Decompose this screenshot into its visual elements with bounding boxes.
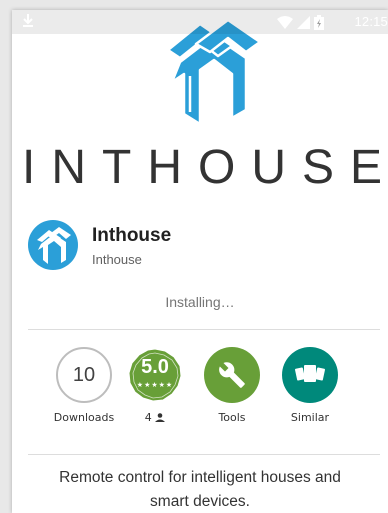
app-details-screen: 12:15 INTHOUSE Inthouse Inthouse Install… bbox=[12, 10, 388, 513]
search-icon[interactable] bbox=[326, 50, 350, 74]
rating-stars: ★★★★★ bbox=[136, 382, 174, 389]
rating-stat[interactable]: 5.0 ★★★★★ 4 bbox=[115, 347, 195, 424]
person-icon bbox=[155, 413, 166, 422]
inthouse-logo-icon bbox=[37, 227, 71, 264]
battery-charging-icon bbox=[314, 14, 324, 30]
inthouse-wordmark: INTHOUSE bbox=[22, 141, 388, 194]
signal-icon bbox=[297, 15, 310, 29]
wifi-icon bbox=[277, 15, 293, 29]
install-status: Installing… bbox=[165, 294, 235, 310]
app-bar bbox=[12, 34, 388, 90]
divider bbox=[28, 329, 380, 330]
wrench-icon bbox=[219, 362, 245, 388]
status-time: 12:15 bbox=[354, 14, 388, 29]
downloads-stat: 10 Downloads bbox=[44, 347, 124, 424]
app-description: Remote control for intelligent houses an… bbox=[59, 469, 341, 510]
app-title: Inthouse bbox=[92, 225, 172, 246]
similar-label: Similar bbox=[290, 411, 330, 424]
tools-stat[interactable]: Tools bbox=[192, 347, 272, 424]
similar-badge[interactable] bbox=[282, 347, 338, 403]
app-icon bbox=[28, 220, 78, 270]
similar-apps-icon bbox=[295, 365, 325, 382]
downloads-label: Downloads bbox=[53, 411, 115, 424]
download-icon bbox=[23, 14, 33, 27]
status-icons bbox=[277, 14, 324, 30]
rating-count: 4 bbox=[115, 411, 195, 424]
status-bar: 12:15 bbox=[12, 10, 388, 34]
developer-link[interactable]: Inthouse bbox=[92, 252, 142, 267]
divider bbox=[28, 454, 380, 455]
more-vert-icon[interactable] bbox=[360, 50, 384, 74]
similar-stat[interactable]: Similar bbox=[270, 347, 350, 424]
downloads-badge: 10 bbox=[56, 347, 112, 403]
arrow-back-icon[interactable] bbox=[26, 50, 50, 74]
rating-value: 5.0 bbox=[141, 356, 169, 378]
rating-badge[interactable]: 5.0 ★★★★★ bbox=[127, 347, 183, 403]
tools-label: Tools bbox=[218, 411, 246, 424]
tools-badge[interactable] bbox=[204, 347, 260, 403]
rating-count-value: 4 bbox=[144, 411, 152, 424]
